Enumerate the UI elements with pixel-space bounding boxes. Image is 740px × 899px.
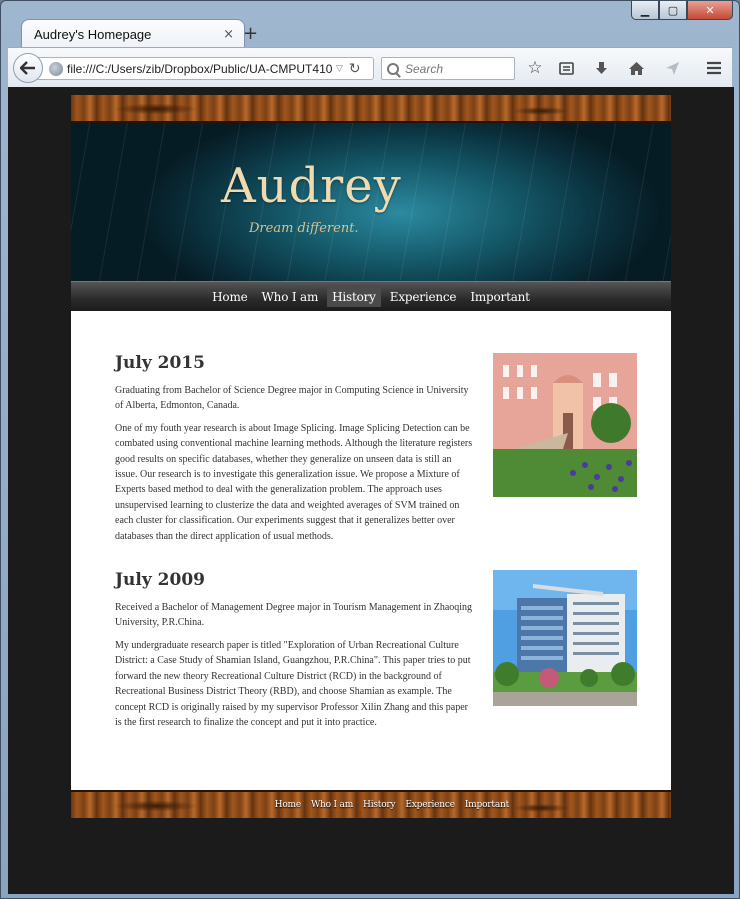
wood-header-strip (71, 95, 671, 123)
star-icon[interactable]: ☆ (522, 56, 548, 80)
footer-nav-experience[interactable]: Experience (405, 800, 455, 810)
page-viewport: Audrey Dream different. Home Who I am Hi… (8, 87, 734, 894)
reload-icon[interactable]: ↻ (349, 61, 361, 77)
reading-list-icon[interactable] (553, 56, 579, 80)
back-arrow-icon[interactable] (13, 53, 43, 83)
globe-icon (49, 61, 63, 76)
tab-close-icon[interactable]: × (223, 27, 234, 42)
brand-tagline: Dream different. (249, 221, 359, 236)
nav-who-i-am[interactable]: Who I am (257, 287, 324, 307)
new-tab-icon[interactable]: + (243, 23, 258, 44)
history-entry: July 2015 Graduating from Bachelor of Sc… (115, 353, 637, 544)
share-icon[interactable] (659, 56, 685, 80)
site-banner: Audrey Dream different. (71, 123, 671, 281)
tab-audreys-homepage[interactable]: Audrey's Homepage × (21, 19, 245, 49)
entry-text: July 2009 Received a Bachelor of Managem… (115, 570, 473, 730)
entry-text: July 2015 Graduating from Bachelor of Sc… (115, 353, 473, 544)
nav-important[interactable]: Important (465, 287, 535, 307)
footer-nav-important[interactable]: Important (465, 800, 509, 810)
entry-paragraph: My undergraduate research paper is title… (115, 639, 471, 728)
address-bar[interactable]: file:///C:/Users/zib/Dropbox/Public/UA-C… (36, 57, 374, 80)
main-nav: Home Who I am History Experience Importa… (71, 281, 671, 311)
nav-home[interactable]: Home (207, 287, 252, 307)
brand-title: Audrey (221, 158, 402, 214)
university-building-photo (493, 353, 637, 497)
navigation-toolbar: file:///C:/Users/zib/Dropbox/Public/UA-C… (8, 47, 732, 87)
footer-nav-who-i-am[interactable]: Who I am (311, 800, 353, 810)
nav-experience[interactable]: Experience (385, 287, 462, 307)
entry-paragraph: One of my fouth year research is about I… (115, 422, 473, 542)
footer-nav-home[interactable]: Home (275, 800, 302, 810)
search-icon (387, 62, 399, 75)
entry-paragraph: Graduating from Bachelor of Science Degr… (115, 385, 469, 412)
tab-strip: Audrey's Homepage × + (11, 17, 729, 49)
nav-history[interactable]: History (327, 286, 381, 307)
history-content: July 2015 Graduating from Bachelor of Sc… (71, 311, 671, 791)
entry-heading: July 2009 (115, 570, 205, 591)
home-icon[interactable] (623, 56, 649, 80)
url-text[interactable]: file:///C:/Users/zib/Dropbox/Public/UA-C… (67, 62, 332, 76)
search-input[interactable] (405, 61, 505, 76)
history-entry: July 2009 Received a Bachelor of Managem… (115, 570, 637, 760)
url-dropdown-icon[interactable]: ▽ (336, 64, 343, 74)
tab-title: Audrey's Homepage (34, 27, 152, 42)
entry-paragraph: Received a Bachelor of Management Degree… (115, 602, 473, 629)
menu-icon[interactable] (701, 56, 727, 80)
download-icon[interactable] (588, 56, 614, 80)
entry-heading: July 2015 (115, 353, 205, 373)
footer-nav-history[interactable]: History (363, 800, 396, 810)
modern-building-photo (493, 570, 637, 707)
browser-window: ▁ ▢ ✕ Audrey's Homepage × + file:///C:/U… (0, 0, 740, 899)
search-bar[interactable] (381, 57, 515, 80)
site-container: Audrey Dream different. Home Who I am Hi… (71, 95, 671, 819)
footer-nav: Home Who I am History Experience Importa… (71, 790, 671, 819)
